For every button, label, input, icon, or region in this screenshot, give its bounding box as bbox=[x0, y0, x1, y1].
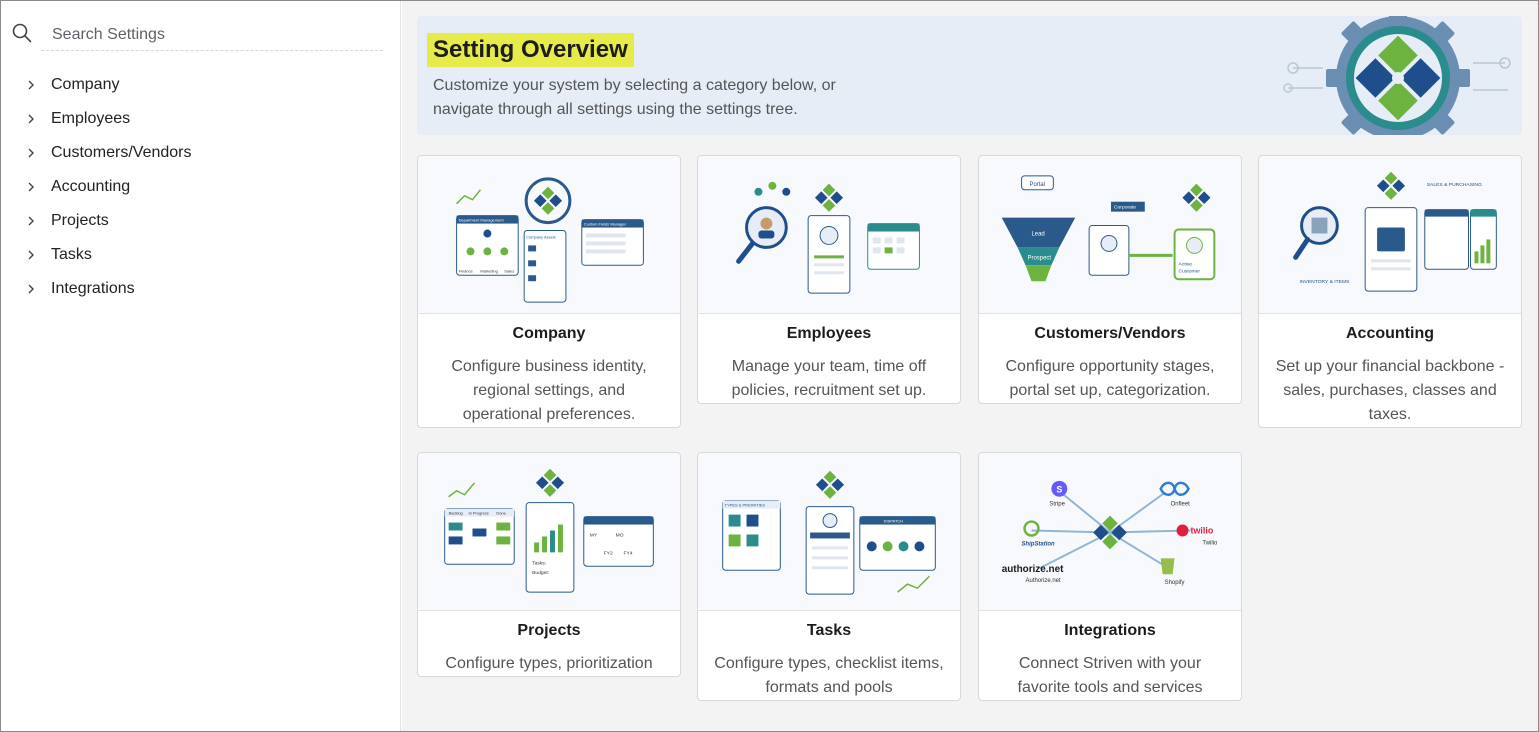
svg-text:Company Assets: Company Assets bbox=[526, 234, 556, 239]
svg-text:Shopify: Shopify bbox=[1165, 580, 1185, 586]
card-title: Customers/Vendors bbox=[1034, 325, 1186, 342]
accounting-illustration: SALES & PURCHASING INVENTORY & ITEMS bbox=[1259, 156, 1521, 314]
card-description: Set up your financial backbone - sales, … bbox=[1275, 358, 1505, 423]
card-title: Employees bbox=[786, 325, 872, 342]
tree-item-tasks[interactable]: Tasks bbox=[1, 238, 401, 272]
card-description: Configure opportunity stages, portal set… bbox=[1005, 358, 1215, 399]
chevron-right-icon[interactable] bbox=[25, 283, 37, 295]
tree-item-integrations[interactable]: Integrations bbox=[1, 272, 401, 306]
integrations-illustration: S Stripe Onfleet ShipStation twilio Twil… bbox=[979, 453, 1241, 611]
stripe-label: Stripe bbox=[1049, 502, 1065, 508]
projects-illustration: Backlog In Progress Done Tasks: Budget: MY M… bbox=[418, 453, 680, 611]
tree-item-accounting[interactable]: Accounting bbox=[1, 170, 401, 204]
card-projects[interactable]: Backlog In Progress Done Tasks: Budget: MY M… bbox=[417, 452, 681, 677]
svg-text:MY: MY bbox=[590, 532, 598, 538]
card-integrations[interactable]: S Stripe Onfleet ShipStation twilio Twil… bbox=[978, 452, 1242, 701]
svg-text:Prospect: Prospect bbox=[1028, 255, 1052, 261]
svg-text:DISPATCH: DISPATCH bbox=[884, 519, 904, 524]
company-illustration: Department Management Finance Marketing Sa… bbox=[418, 156, 680, 314]
svg-text:FY2: FY2 bbox=[604, 550, 613, 556]
svg-text:Customer: Customer bbox=[1179, 268, 1201, 274]
settings-tree: Company Employees Customers/Vendors Acco… bbox=[1, 68, 401, 306]
tree-item-label: Employees bbox=[51, 110, 131, 127]
card-description: Configure business identity, regional se… bbox=[451, 358, 647, 423]
svg-text:S: S bbox=[1056, 485, 1062, 495]
svg-text:Authorize.net: Authorize.net bbox=[1026, 578, 1061, 584]
tree-item-label: Projects bbox=[51, 212, 109, 229]
svg-text:Active: Active bbox=[1179, 261, 1193, 267]
card-employees[interactable]: Employees Manage your team, time off pol… bbox=[697, 155, 961, 404]
search-icon[interactable] bbox=[11, 22, 33, 44]
svg-text:authorize.net: authorize.net bbox=[1002, 564, 1064, 575]
svg-text:Sales: Sales bbox=[504, 268, 514, 273]
chevron-right-icon[interactable] bbox=[25, 249, 37, 261]
tree-item-label: Company bbox=[51, 76, 120, 93]
svg-text:Corporate: Corporate bbox=[1114, 205, 1136, 211]
customers-vendors-illustration: Portal Lead Prospect Corporate Active Cu… bbox=[979, 156, 1241, 314]
card-title: Tasks bbox=[806, 622, 852, 639]
tree-item-customers-vendors[interactable]: Customers/Vendors bbox=[1, 136, 401, 170]
svg-text:Budget:: Budget: bbox=[532, 570, 549, 576]
svg-text:MO: MO bbox=[616, 532, 624, 538]
chevron-right-icon[interactable] bbox=[25, 113, 37, 125]
settings-main: Setting Overview Customize your system b… bbox=[402, 1, 1538, 731]
svg-text:Onfleet: Onfleet bbox=[1171, 502, 1191, 508]
tree-item-label: Accounting bbox=[51, 178, 131, 195]
svg-text:Custom Fields Manager: Custom Fields Manager bbox=[584, 222, 627, 227]
card-description: Connect Striven with your favorite tools… bbox=[1017, 655, 1203, 696]
card-title: Projects bbox=[517, 622, 581, 639]
svg-text:In Progress: In Progress bbox=[469, 511, 489, 516]
svg-text:TYPES & PRIORITIES: TYPES & PRIORITIES bbox=[725, 503, 766, 508]
card-title: Company bbox=[512, 325, 586, 342]
svg-text:Finance: Finance bbox=[459, 268, 474, 273]
card-company[interactable]: Department Management Finance Marketing Sa… bbox=[417, 155, 681, 428]
svg-text:INVENTORY & ITEMS: INVENTORY & ITEMS bbox=[1300, 279, 1351, 285]
card-title: Accounting bbox=[1346, 325, 1434, 342]
svg-text:FY4: FY4 bbox=[624, 550, 633, 556]
settings-sidebar: Company Employees Customers/Vendors Acco… bbox=[1, 1, 401, 731]
tasks-illustration: TYPES & PRIORITIES DISPATCH bbox=[698, 453, 960, 611]
card-accounting[interactable]: SALES & PURCHASING INVENTORY & ITEMS Acc… bbox=[1258, 155, 1522, 428]
svg-text:Portal: Portal bbox=[1030, 182, 1046, 188]
search-settings-input[interactable] bbox=[41, 19, 383, 51]
svg-text:Tasks:: Tasks: bbox=[532, 560, 546, 566]
chevron-right-icon[interactable] bbox=[25, 181, 37, 193]
search-row bbox=[11, 19, 383, 51]
tree-item-label: Integrations bbox=[51, 280, 135, 297]
tree-item-label: Customers/Vendors bbox=[51, 144, 192, 161]
svg-text:Department Management: Department Management bbox=[459, 218, 505, 223]
card-title: Integrations bbox=[1064, 622, 1156, 639]
tree-item-projects[interactable]: Projects bbox=[1, 204, 401, 238]
card-customers-vendors[interactable]: Portal Lead Prospect Corporate Active Cu… bbox=[978, 155, 1242, 404]
svg-text:Backlog: Backlog bbox=[449, 511, 463, 516]
page-subtitle: Customize your system by selecting a cat… bbox=[433, 77, 836, 118]
svg-text:ShipStation: ShipStation bbox=[1022, 541, 1055, 547]
svg-text:Twilio: Twilio bbox=[1202, 540, 1218, 546]
svg-text:twilio: twilio bbox=[1190, 525, 1213, 535]
svg-text:Marketing: Marketing bbox=[480, 268, 497, 273]
card-tasks[interactable]: TYPES & PRIORITIES DISPATCH Tasks Config… bbox=[697, 452, 961, 701]
gear-logo-illustration bbox=[1283, 16, 1511, 135]
svg-text:SALES & PURCHASING: SALES & PURCHASING bbox=[1427, 182, 1482, 188]
employees-illustration bbox=[698, 156, 960, 314]
svg-text:Lead: Lead bbox=[1032, 231, 1045, 237]
tree-item-employees[interactable]: Employees bbox=[1, 102, 401, 136]
chevron-right-icon[interactable] bbox=[25, 79, 37, 91]
overview-banner: Setting Overview Customize your system b… bbox=[417, 16, 1522, 135]
chevron-right-icon[interactable] bbox=[25, 147, 37, 159]
card-description: Manage your team, time off policies, rec… bbox=[731, 358, 927, 399]
page-title: Setting Overview bbox=[427, 33, 634, 67]
svg-text:Done: Done bbox=[496, 511, 506, 516]
tree-item-company[interactable]: Company bbox=[1, 68, 401, 102]
card-description: Configure types, prioritization bbox=[445, 655, 653, 672]
chevron-right-icon[interactable] bbox=[25, 215, 37, 227]
tree-item-label: Tasks bbox=[51, 246, 92, 263]
card-description: Configure types, checklist items, format… bbox=[714, 655, 944, 696]
